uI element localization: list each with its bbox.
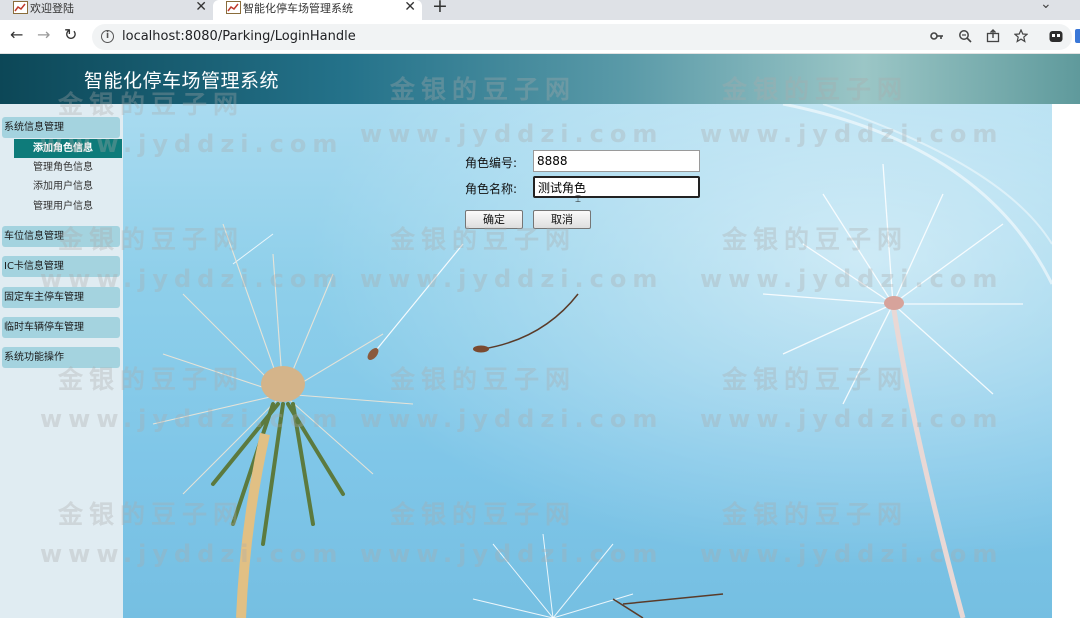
tab-title: 欢迎登陆 [30,2,74,15]
address-text[interactable]: localhost:8080/Parking/LoginHandle [122,29,356,44]
watermark-url: www.jyddzi.com [360,405,664,433]
tab-parking-system[interactable]: 智能化停车场管理系统 ✕ [213,0,422,20]
watermark-text: 金银的豆子网 [390,500,577,529]
watermark-text: 金银的豆子网 [722,225,909,254]
watermark-text: 金银的豆子网 [390,365,577,394]
tab-welcome-login[interactable]: 欢迎登陆 ✕ [0,0,213,20]
chart-favicon-icon [13,1,28,14]
browser-toolbar: ← → ↻ i localhost:8080/Parking/LoginHand… [0,20,1080,54]
watermark-url: www.jyddzi.com [360,120,664,148]
close-tab-icon[interactable]: ✕ [195,0,207,16]
address-bar[interactable]: i localhost:8080/Parking/LoginHandle [92,24,1072,50]
watermark-url: www.jyddzi.com [700,265,1004,293]
watermark-url: www.jyddzi.com [40,265,344,293]
watermark-text: 金银的豆子网 [58,225,245,254]
profile-avatar-icon[interactable] [1075,29,1080,43]
watermark-url: www.jyddzi.com [700,405,1004,433]
sidebar-item-manage-roles[interactable]: 管理角色信息 [14,158,122,177]
watermark-url: www.jyddzi.com [40,130,344,158]
watermark-url: www.jyddzi.com [40,540,344,568]
sidebar-item-add-user[interactable]: 添加用户信息 [14,177,122,196]
watermark-url: www.jyddzi.com [700,540,1004,568]
key-icon[interactable] [930,30,944,42]
sidebar-category-temp-vehicle-parking[interactable]: 临时车辆停车管理 [2,317,120,338]
watermark-text: 金银的豆子网 [722,500,909,529]
share-icon[interactable] [986,29,1000,43]
close-tab-icon[interactable]: ✕ [404,0,416,16]
page-right-margin [1052,104,1080,618]
role-id-input[interactable] [533,150,700,172]
tab-title: 智能化停车场管理系统 [243,2,353,15]
sidebar-item-manage-users[interactable]: 管理用户信息 [14,197,122,216]
watermark-url: www.jyddzi.com [700,120,1004,148]
bookmark-star-icon[interactable] [1014,29,1028,43]
chart-favicon-icon [226,1,241,14]
watermark-text: 金银的豆子网 [722,75,909,104]
watermark-text: 金银的豆子网 [58,365,245,394]
role-name-label: 角色名称: [465,182,518,196]
role-id-label: 角色编号: [465,156,518,170]
watermark-url: www.jyddzi.com [360,540,664,568]
watermark-text: 金银的豆子网 [58,500,245,529]
browser-tab-strip: 欢迎登陆 ✕ 智能化停车场管理系统 ✕ + ⌄ [0,0,1080,20]
role-name-input[interactable] [533,176,700,198]
text-cursor-icon: ⌶ [575,194,581,205]
watermark-url: www.jyddzi.com [40,405,344,433]
new-tab-button[interactable]: + [432,0,448,17]
watermark-text: 金银的豆子网 [390,225,577,254]
zoom-icon[interactable] [958,29,972,43]
forward-arrow-icon[interactable]: → [37,27,50,43]
watermark-text: 金银的豆子网 [58,90,245,119]
extension-icon[interactable] [1049,29,1063,43]
site-info-icon[interactable]: i [101,30,114,43]
reload-icon[interactable]: ↻ [64,27,77,43]
watermark-url: www.jyddzi.com [360,265,664,293]
back-arrow-icon[interactable]: ← [10,27,23,43]
tab-search-chevron-icon[interactable]: ⌄ [1040,0,1052,12]
watermark-text: 金银的豆子网 [390,75,577,104]
watermark-text: 金银的豆子网 [722,365,909,394]
